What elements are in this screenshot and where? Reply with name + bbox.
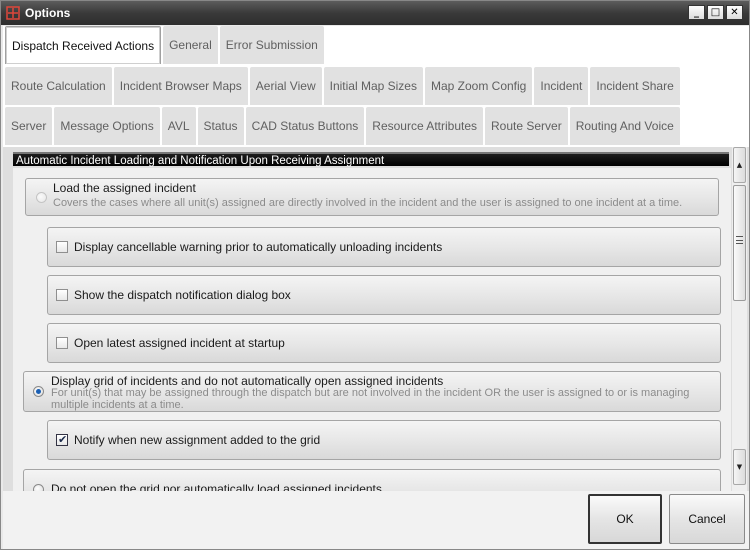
open-latest-label: Open latest assigned incident at startup	[74, 336, 285, 350]
tab-resource-attributes[interactable]: Resource Attributes	[366, 107, 483, 145]
tab-incident[interactable]: Incident	[534, 67, 589, 105]
grip-icon	[736, 236, 743, 244]
tab-content: Automatic Incident Loading and Notificat…	[3, 147, 749, 491]
cancel-button[interactable]: Cancel	[669, 494, 745, 544]
tab-strip: Dispatch Received Actions General Error …	[3, 26, 749, 147]
option-display-grid[interactable]: Display grid of incidents and do not aut…	[23, 371, 721, 412]
tab-dispatch-received-actions[interactable]: Dispatch Received Actions	[5, 26, 162, 64]
option-do-not-open-grid[interactable]: Do not open the grid nor automatically l…	[23, 469, 721, 491]
window-title: Options	[25, 6, 71, 20]
notify-label: Notify when new assignment added to the …	[74, 433, 321, 447]
title-bar[interactable]: Options _ □ ✕	[1, 1, 749, 25]
tab-initial-map-sizes[interactable]: Initial Map Sizes	[323, 67, 423, 105]
notify-checkbox[interactable]: ✔	[56, 433, 68, 446]
tab-incident-browser-maps[interactable]: Incident Browser Maps	[113, 67, 248, 105]
tab-aerial-view[interactable]: Aerial View	[249, 67, 322, 105]
open-latest-checkbox[interactable]	[56, 337, 68, 349]
tab-message-options[interactable]: Message Options	[54, 107, 160, 145]
tab-server[interactable]: Server	[5, 107, 53, 145]
option-load-assigned-incident[interactable]: Load the assigned incident Covers the ca…	[25, 178, 719, 216]
show-dialog-label: Show the dispatch notification dialog bo…	[74, 288, 291, 302]
tab-incident-share[interactable]: Incident Share	[590, 67, 680, 105]
window-controls: _ □ ✕	[686, 5, 743, 21]
scroll-up-icon[interactable]: ▲	[733, 147, 746, 183]
option-show-dispatch-dialog[interactable]: Show the dispatch notification dialog bo…	[47, 275, 721, 315]
scroll-down-icon[interactable]: ▼	[733, 449, 746, 485]
scrollbar-thumb[interactable]	[733, 185, 746, 301]
display-grid-label: Display grid of incidents and do not aut…	[51, 374, 444, 388]
cancellable-warning-label: Display cancellable warning prior to aut…	[74, 240, 443, 254]
tab-cad-status-buttons[interactable]: CAD Status Buttons	[245, 107, 365, 145]
tab-route-server[interactable]: Route Server	[485, 107, 568, 145]
show-dialog-checkbox[interactable]	[56, 289, 68, 301]
tab-error-submission[interactable]: Error Submission	[219, 26, 324, 64]
cancellable-warning-checkbox[interactable]	[56, 241, 68, 253]
load-incident-description: Covers the cases where all unit(s) assig…	[53, 197, 683, 209]
tab-map-zoom-config[interactable]: Map Zoom Config	[424, 67, 533, 105]
option-cancellable-warning[interactable]: Display cancellable warning prior to aut…	[47, 227, 721, 267]
load-incident-label: Load the assigned incident	[53, 181, 196, 195]
option-open-latest-incident[interactable]: Open latest assigned incident at startup	[47, 323, 721, 363]
display-grid-radio[interactable]	[33, 386, 44, 397]
tab-general[interactable]: General	[163, 26, 218, 64]
minimize-button[interactable]: _	[688, 5, 705, 20]
option-notify-new-assignment[interactable]: ✔ Notify when new assignment added to th…	[47, 420, 721, 460]
vertical-scrollbar[interactable]: ▲ ▼	[732, 147, 747, 491]
options-scroll-area: Load the assigned incident Covers the ca…	[13, 168, 731, 491]
tab-routing-and-voice[interactable]: Routing And Voice	[569, 107, 680, 145]
do-not-open-grid-label: Do not open the grid nor automatically l…	[51, 482, 382, 491]
load-incident-radio[interactable]	[36, 192, 47, 203]
check-icon: ✔	[58, 433, 68, 446]
tab-status[interactable]: Status	[197, 107, 244, 145]
tab-row-2: Route Calculation Incident Browser Maps …	[5, 67, 682, 105]
tab-row-3: Server Message Options AVL Status CAD St…	[5, 107, 682, 145]
options-window: Options _ □ ✕ Dispatch Received Actions …	[0, 0, 750, 550]
tab-route-calculation[interactable]: Route Calculation	[5, 67, 112, 105]
close-button[interactable]: ✕	[726, 5, 743, 20]
options-app-icon	[6, 6, 20, 20]
tab-row-1: Dispatch Received Actions General Error …	[5, 26, 326, 64]
ok-button[interactable]: OK	[588, 494, 662, 544]
maximize-button[interactable]: □	[707, 5, 724, 20]
tab-avl[interactable]: AVL	[161, 107, 196, 145]
dialog-button-bar: OK Cancel	[3, 491, 749, 549]
display-grid-description: For unit(s) that may be assigned through…	[51, 387, 690, 411]
group-header: Automatic Incident Loading and Notificat…	[13, 152, 729, 167]
do-not-open-grid-radio[interactable]	[33, 484, 44, 491]
